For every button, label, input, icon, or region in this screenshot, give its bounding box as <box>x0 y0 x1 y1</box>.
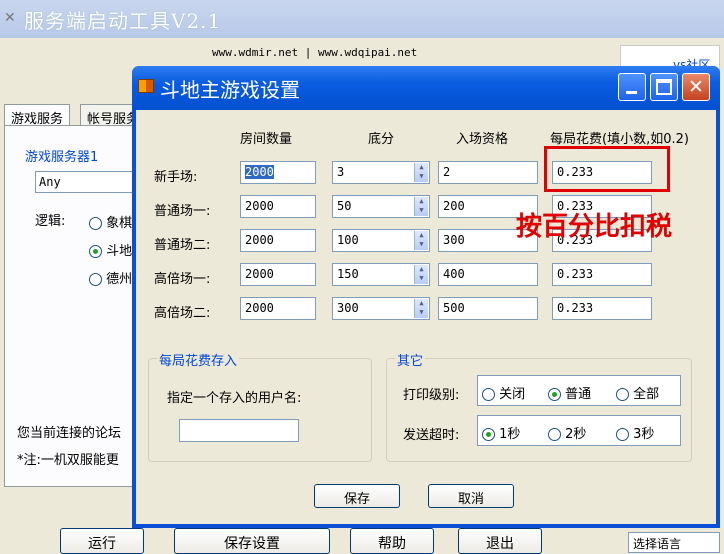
settings-dialog: 斗地主游戏设置 ✕ 房间数量 底分 入场资格 每局花费(填小数,如0.2) 新手… <box>132 66 720 528</box>
print-option-off[interactable]: 关闭 <box>482 383 525 402</box>
row-label: 新手场: <box>154 170 198 185</box>
base-stepper[interactable]: 50 ▲ ▼ <box>332 195 430 218</box>
print-level-label: 打印级别: <box>403 388 460 403</box>
base-stepper[interactable]: 3 ▲ ▼ <box>332 161 430 184</box>
exit-button[interactable]: 退出 <box>458 528 542 554</box>
radio-icon <box>89 273 102 286</box>
forum-note: 您当前连接的论坛 <box>17 426 122 441</box>
fee-storage-group-title: 每局花费存入 <box>157 350 240 369</box>
annotation-text: 按百分比扣税 <box>516 212 673 242</box>
bg-urls: www.wdmir.net | www.wdqipai.net <box>212 46 418 59</box>
base-stepper[interactable]: 150 ▲ ▼ <box>332 263 430 286</box>
row-label: 高倍场二: <box>154 306 211 321</box>
spin-arrows-icon[interactable]: ▲ ▼ <box>414 299 428 318</box>
maximize-icon[interactable] <box>650 73 678 101</box>
logic-option-2[interactable]: 斗地 <box>89 240 132 259</box>
annotation-highlight-box <box>544 146 670 192</box>
radio-icon <box>89 245 102 258</box>
other-group: 其它 打印级别: 关闭 普通 全部 发送超时: 1秒 2秒 3秒 <box>386 350 692 462</box>
radio-icon <box>482 388 495 401</box>
fee-input[interactable]: 0.233 <box>552 297 652 320</box>
help-button[interactable]: 帮助 <box>350 528 434 554</box>
col-header-fee: 每局花费(填小数,如0.2) <box>550 132 689 147</box>
timeout-option-2s[interactable]: 2秒 <box>548 423 586 442</box>
language-select[interactable]: 选择语言 <box>628 532 720 553</box>
send-timeout-radio-group: 1秒 2秒 3秒 <box>477 415 681 446</box>
radio-icon <box>548 428 561 441</box>
rooms-input[interactable]: 2000 <box>240 297 316 320</box>
base-stepper[interactable]: 300 ▲ ▼ <box>332 297 430 320</box>
radio-icon <box>482 428 495 441</box>
radio-icon <box>616 388 629 401</box>
dialog-titlebar[interactable]: 斗地主游戏设置 ✕ <box>132 66 720 110</box>
radio-icon <box>616 428 629 441</box>
entry-input[interactable]: 500 <box>438 297 538 320</box>
dual-server-note: *注:一机双服能更 <box>17 453 119 468</box>
print-option-all[interactable]: 全部 <box>616 383 659 402</box>
entry-input[interactable]: 2 <box>438 161 538 184</box>
entry-input[interactable]: 400 <box>438 263 538 286</box>
row-label: 普通场二: <box>154 238 211 253</box>
spin-arrows-icon[interactable]: ▲ ▼ <box>414 231 428 250</box>
tools-icon: ✕ <box>4 10 16 26</box>
spin-arrows-icon[interactable]: ▲ ▼ <box>414 197 428 216</box>
logic-option-1[interactable]: 象棋 <box>89 212 132 231</box>
logic-option-3[interactable]: 德州 <box>89 268 132 287</box>
run-button[interactable]: 运行 <box>60 528 144 554</box>
rooms-input[interactable]: 2000 <box>240 161 316 184</box>
row-label: 普通场一: <box>154 204 211 219</box>
timeout-option-3s[interactable]: 3秒 <box>616 423 654 442</box>
bg-window-titlebar: ✕ 服务端启动工具V2.1 <box>0 0 724 38</box>
row-label: 高倍场一: <box>154 272 211 287</box>
fee-input[interactable]: 0.233 <box>552 263 652 286</box>
bg-window-title: 服务端启动工具V2.1 <box>24 9 222 33</box>
tab-game-service[interactable]: 游戏服务 <box>4 104 71 127</box>
spin-arrows-icon[interactable]: ▲ ▼ <box>414 163 428 182</box>
dialog-title: 斗地主游戏设置 <box>160 78 300 102</box>
col-header-base: 底分 <box>368 132 395 147</box>
fee-storage-username-input[interactable] <box>179 419 299 442</box>
minimize-icon[interactable] <box>618 73 646 101</box>
cancel-button[interactable]: 取消 <box>428 484 514 508</box>
col-header-entry: 入场资格 <box>456 132 509 147</box>
col-header-rooms: 房间数量 <box>240 132 293 147</box>
rooms-input[interactable]: 2000 <box>240 263 316 286</box>
print-option-normal[interactable]: 普通 <box>548 383 591 402</box>
base-stepper[interactable]: 100 ▲ ▼ <box>332 229 430 252</box>
rooms-input[interactable]: 2000 <box>240 229 316 252</box>
spin-arrows-icon[interactable]: ▲ ▼ <box>414 265 428 284</box>
timeout-option-1s[interactable]: 1秒 <box>482 423 520 442</box>
fee-storage-username-label: 指定一个存入的用户名: <box>167 391 302 406</box>
close-icon[interactable]: ✕ <box>682 73 710 101</box>
rooms-input[interactable]: 2000 <box>240 195 316 218</box>
other-group-title: 其它 <box>395 350 426 369</box>
bg-tab-panel: 游戏服务器1 Any 逻辑: 象棋 斗地 德州 您当前连接的论坛 *注:一机双服… <box>4 125 145 487</box>
save-button[interactable]: 保存 <box>314 484 400 508</box>
logic-label: 逻辑: <box>35 214 66 229</box>
send-timeout-label: 发送超时: <box>403 428 460 443</box>
radio-icon <box>548 388 561 401</box>
ip-select[interactable]: Any <box>35 171 145 193</box>
app-icon <box>138 79 154 93</box>
bg-url-bar: www.wdmir.net | www.wdqipai.net <box>0 40 724 64</box>
save-settings-button[interactable]: 保存设置 <box>174 528 330 554</box>
radio-icon <box>89 217 102 230</box>
game-server-group-title: 游戏服务器1 <box>25 150 99 165</box>
print-level-radio-group: 关闭 普通 全部 <box>477 375 681 406</box>
fee-storage-group: 每局花费存入 指定一个存入的用户名: <box>148 350 372 462</box>
